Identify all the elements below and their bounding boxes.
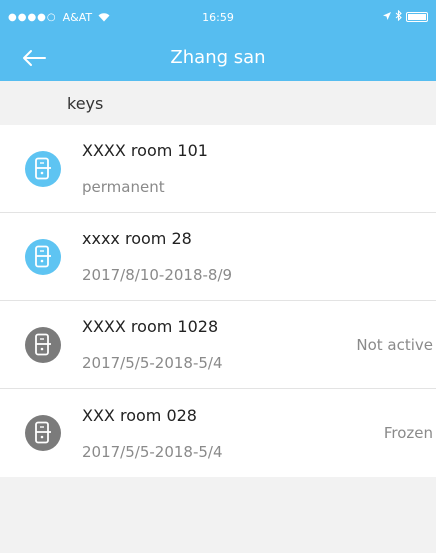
key-status: Not active xyxy=(356,335,433,354)
wifi-icon xyxy=(98,12,110,22)
key-row[interactable]: XXXX room 1028 2017/5/5-2018-5/4 Not act… xyxy=(0,301,436,389)
key-texts: XXX room 028 2017/5/5-2018-5/4 xyxy=(82,406,223,461)
status-left: ●●●●○ A&AT xyxy=(8,11,110,24)
key-validity: 2017/5/5-2018-5/4 xyxy=(82,354,223,372)
lock-icon xyxy=(25,326,61,363)
key-validity: permanent xyxy=(82,178,165,196)
location-icon xyxy=(383,11,391,24)
key-row[interactable]: XXXX room 101 permanent xyxy=(0,125,436,213)
key-texts: XXXX room 1028 2017/5/5-2018-5/4 xyxy=(82,317,223,372)
back-arrow-icon[interactable] xyxy=(22,48,48,68)
carrier-label: A&AT xyxy=(62,10,93,24)
key-row[interactable]: XXX room 028 2017/5/5-2018-5/4 Frozen xyxy=(0,389,436,477)
key-name: xxxx room 28 xyxy=(82,229,192,248)
key-row[interactable]: xxxx room 28 2017/8/10-2018-8/9 xyxy=(0,213,436,301)
key-validity: 2017/8/10-2018-8/9 xyxy=(82,266,233,284)
key-status: Frozen xyxy=(383,424,433,442)
page-title: Zhang san xyxy=(170,47,266,68)
section-title: keys xyxy=(67,93,104,113)
key-validity: 2017/5/5-2018-5/4 xyxy=(82,442,223,461)
key-name: XXXX room 101 xyxy=(82,141,208,160)
battery-icon xyxy=(406,12,428,22)
lock-icon xyxy=(25,150,61,187)
key-texts: xxxx room 28 2017/8/10-2018-8/9 xyxy=(82,229,232,284)
lock-icon xyxy=(25,415,61,451)
key-texts: XXXX room 101 permanent xyxy=(82,141,208,196)
section-header: keys xyxy=(0,81,436,125)
status-time: 16:59 xyxy=(202,10,234,24)
bluetooth-icon xyxy=(395,9,402,24)
status-right xyxy=(383,9,428,24)
key-list: XXXX room 101 permanent xxxx room 28 201… xyxy=(0,125,436,477)
key-name: XXX room 028 xyxy=(82,405,197,425)
nav-bar: Zhang san xyxy=(0,34,436,81)
lock-icon xyxy=(25,238,61,275)
status-bar: ●●●●○ A&AT 16:59 xyxy=(0,0,436,34)
key-name: XXXX room 1028 xyxy=(82,317,219,336)
signal-dots-icon: ●●●●○ xyxy=(8,11,57,23)
